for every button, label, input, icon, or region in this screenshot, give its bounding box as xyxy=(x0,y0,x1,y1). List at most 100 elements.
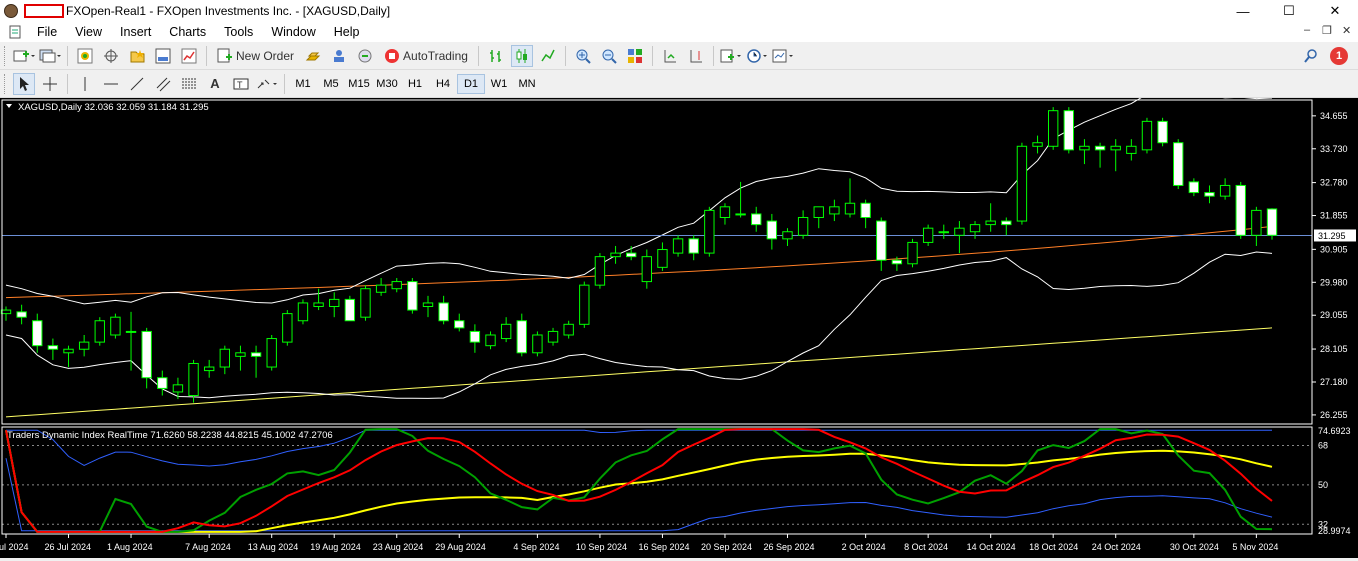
candle-body xyxy=(500,323,512,340)
candle-body xyxy=(563,323,574,336)
candle-body xyxy=(94,320,105,343)
menu-help[interactable]: Help xyxy=(325,25,369,39)
menu-file[interactable]: File xyxy=(28,25,66,39)
candle-body xyxy=(313,302,324,308)
svg-text:T: T xyxy=(237,80,243,90)
chart-menu-triangle-icon[interactable] xyxy=(6,104,12,108)
horizontal-line-icon[interactable] xyxy=(100,73,122,95)
trendline-icon[interactable] xyxy=(126,73,148,95)
terminal-icon[interactable] xyxy=(152,45,174,67)
indicators-icon[interactable] xyxy=(720,45,742,67)
strategy-tester-icon[interactable] xyxy=(178,45,200,67)
vertical-line-icon[interactable] xyxy=(74,73,96,95)
gold-bars-icon[interactable] xyxy=(302,45,324,67)
candle-body xyxy=(672,238,684,254)
candle-body xyxy=(860,202,871,218)
profiles-icon[interactable] xyxy=(39,45,61,67)
candle-body xyxy=(688,238,699,254)
new-order-button[interactable]: New Order xyxy=(213,45,298,67)
menu-tools[interactable]: Tools xyxy=(215,25,262,39)
fibonacci-icon[interactable] xyxy=(178,73,200,95)
zoom-in-icon[interactable] xyxy=(572,45,594,67)
date-tick-label: 23 Aug 2024 xyxy=(373,542,424,552)
equidistant-channel-icon[interactable] xyxy=(152,73,174,95)
candle-body xyxy=(813,206,824,218)
candle-body xyxy=(485,334,496,347)
new-chart-icon[interactable] xyxy=(13,45,35,67)
mdi-close-button[interactable]: ✕ xyxy=(1342,24,1351,37)
candlestick-icon[interactable] xyxy=(510,44,533,67)
timeframe-h4[interactable]: H4 xyxy=(429,74,457,94)
date-tick-label: 4 Sep 2024 xyxy=(513,542,559,552)
templates-icon[interactable] xyxy=(772,45,794,67)
cursor-icon[interactable] xyxy=(13,72,35,95)
menu-window[interactable]: Window xyxy=(262,25,324,39)
search-icon[interactable] xyxy=(1300,45,1322,67)
maximize-button[interactable]: ☐ xyxy=(1266,0,1312,22)
candle-body xyxy=(63,348,74,354)
bar-chart-icon[interactable] xyxy=(485,45,507,67)
candle-body xyxy=(891,259,903,265)
market-watch-icon[interactable] xyxy=(74,45,96,67)
signals-icon[interactable] xyxy=(328,45,350,67)
candle-body xyxy=(32,320,43,347)
price-tick-label: 29.055 xyxy=(1320,310,1348,320)
timeframe-m30[interactable]: M30 xyxy=(373,74,401,94)
timeframe-m5[interactable]: M5 xyxy=(317,74,345,94)
crosshair-icon[interactable] xyxy=(39,73,61,95)
close-button[interactable]: ✕ xyxy=(1312,0,1358,22)
candle-body xyxy=(532,334,543,354)
candle-body xyxy=(47,345,59,350)
autotrading-button[interactable]: AutoTrading xyxy=(380,45,472,67)
text-icon[interactable]: A xyxy=(204,73,226,95)
candle-body xyxy=(235,352,246,357)
price-tick-label: 28.105 xyxy=(1320,344,1348,354)
zoom-out-icon[interactable] xyxy=(598,45,620,67)
chart-shift-icon[interactable] xyxy=(685,45,707,67)
tile-windows-icon[interactable] xyxy=(624,45,646,67)
mdi-restore-button[interactable]: ❐ xyxy=(1322,24,1332,37)
candle-body xyxy=(1126,145,1137,154)
timeframe-h1[interactable]: H1 xyxy=(401,74,429,94)
notification-badge[interactable]: 1 xyxy=(1330,47,1348,65)
minimize-button[interactable]: — xyxy=(1220,0,1266,22)
date-tick-label: 24 Oct 2024 xyxy=(1092,542,1141,552)
menu-insert[interactable]: Insert xyxy=(111,25,160,39)
candle-body xyxy=(610,252,621,258)
candle-body xyxy=(250,352,262,357)
timeframe-w1[interactable]: W1 xyxy=(485,74,513,94)
chat-icon[interactable] xyxy=(354,45,376,67)
crosshair-nav-icon[interactable] xyxy=(100,45,122,67)
candle-body xyxy=(297,302,309,322)
price-tick-label: 32.780 xyxy=(1320,178,1348,188)
line-chart-icon[interactable] xyxy=(537,45,559,67)
text-label-icon[interactable]: T xyxy=(230,73,252,95)
candle-body xyxy=(110,316,121,336)
timeframe-mn[interactable]: MN xyxy=(513,74,541,94)
navigator-icon[interactable] xyxy=(126,45,148,67)
menu-charts[interactable]: Charts xyxy=(160,25,215,39)
separator xyxy=(284,73,285,94)
indicator-tick-label: 74.6923 xyxy=(1318,426,1351,436)
date-tick-label: 18 Oct 2024 xyxy=(1029,542,1078,552)
timeframe-m1[interactable]: M1 xyxy=(289,74,317,94)
candle-body xyxy=(1032,142,1043,147)
indicator-tick-label: 50 xyxy=(1318,480,1328,490)
autoscroll-icon[interactable] xyxy=(659,45,681,67)
drawing-toolbar: A T M1 M5 M15 M30 H1 H4 D1 W1 MN xyxy=(0,70,1358,98)
current-price-label: 31.295 xyxy=(1318,231,1346,241)
menu-view[interactable]: View xyxy=(66,25,111,39)
date-tick-label: 20 Sep 2024 xyxy=(701,542,752,552)
arrows-icon[interactable] xyxy=(256,73,278,95)
periods-icon[interactable] xyxy=(746,45,768,67)
price-chart[interactable]: 34.655 33.730 32.780 31.855 30.905 29.980 29.0… xyxy=(0,88,1358,558)
candle-body xyxy=(625,252,637,258)
timeframe-d1[interactable]: D1 xyxy=(457,73,485,94)
chart-window[interactable]: 34.655 33.730 32.780 31.855 30.905 29.980 29.0… xyxy=(0,88,1358,558)
price-tick-label: 30.905 xyxy=(1320,244,1348,254)
candle-body xyxy=(1173,142,1184,186)
mdi-minimize-button[interactable]: – xyxy=(1304,24,1310,36)
candle-body xyxy=(125,330,137,333)
candle-body xyxy=(782,231,793,240)
timeframe-m15[interactable]: M15 xyxy=(345,74,373,94)
